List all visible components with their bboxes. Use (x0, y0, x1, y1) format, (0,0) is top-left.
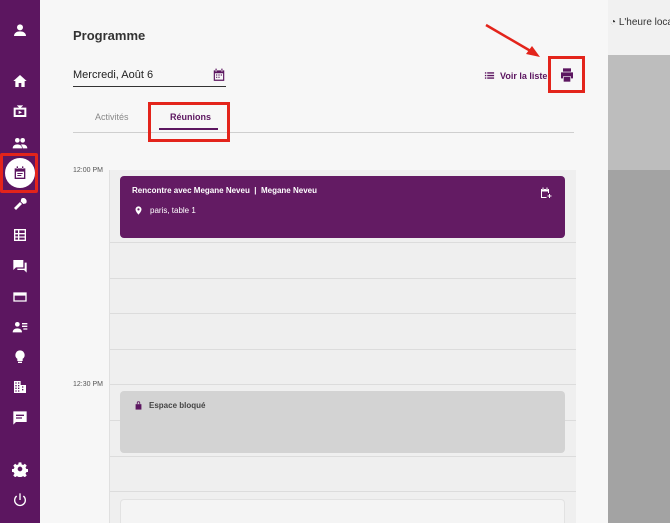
calendar-add-icon (541, 187, 552, 198)
power-icon (14, 493, 26, 507)
date-value: Mercredi, Août 6 (73, 69, 154, 81)
lock-icon (135, 401, 142, 410)
tab-activites[interactable]: Activités (95, 112, 129, 122)
contact-icon (12, 322, 28, 333)
sidebar-item-messages[interactable] (0, 403, 40, 433)
meeting-title: Rencontre avec Megane Neveu | Megane Nev… (132, 186, 317, 195)
add-to-calendar-button[interactable] (540, 186, 552, 198)
annotation-highlight-tab (148, 102, 230, 142)
calendar-icon[interactable] (212, 68, 226, 82)
local-time-label: ◔ L'heure locale (610, 17, 670, 28)
list-view-label: Voir la liste (500, 70, 548, 81)
slot-divider (110, 278, 576, 279)
list-view-button[interactable]: Voir la liste (484, 70, 547, 81)
user-icon (14, 24, 26, 36)
meeting-location: paris, table 1 (134, 206, 196, 215)
meeting-card[interactable]: Rencontre avec Megane Neveu | Megane Nev… (120, 176, 565, 238)
time-label: 12:30 PM (73, 381, 103, 388)
slot-divider (110, 491, 576, 492)
time-label: 12:00 PM (73, 167, 103, 174)
date-picker[interactable]: Mercredi, Août 6 (73, 66, 226, 87)
clock-icon: ◔ (610, 17, 617, 28)
sidebar-item-contacts[interactable] (0, 312, 40, 342)
slot-divider (110, 242, 576, 243)
sidebar-item-speakers[interactable] (0, 189, 40, 219)
sidebar-item-card[interactable] (0, 282, 40, 312)
print-button[interactable] (548, 56, 585, 93)
sidebar-item-live[interactable] (0, 97, 40, 127)
slot-divider (110, 313, 576, 314)
lightbulb-icon (15, 350, 25, 363)
sidebar-item-table[interactable] (0, 220, 40, 250)
location-pin-icon (135, 206, 142, 215)
sidebar-item-ideas[interactable] (0, 342, 40, 372)
slot-divider (110, 456, 576, 457)
blocked-slot-card[interactable]: Espace bloqué (120, 391, 565, 453)
microphone-icon (14, 198, 27, 210)
gear-icon (12, 462, 28, 477)
tv-icon (13, 105, 27, 117)
building-icon (14, 381, 26, 393)
chat-icon (13, 260, 27, 273)
card-icon (13, 292, 27, 302)
sidebar-item-exhibitors[interactable] (0, 372, 40, 402)
home-icon (13, 75, 27, 87)
sidebar-item-profile[interactable] (0, 15, 40, 45)
list-icon (484, 72, 495, 79)
table-icon (14, 229, 26, 241)
next-slot-card[interactable] (120, 499, 565, 523)
message-icon (13, 411, 27, 425)
sidebar-item-logout[interactable] (0, 485, 40, 515)
people-icon (12, 138, 28, 149)
sidebar-item-chat[interactable] (0, 251, 40, 281)
slot-divider (110, 349, 576, 350)
page-title: Programme (73, 28, 146, 43)
background-block (608, 55, 670, 170)
printer-icon (560, 67, 573, 82)
sidebar (0, 0, 40, 523)
annotation-arrow (485, 23, 540, 57)
sidebar-item-settings[interactable] (0, 454, 40, 484)
sidebar-item-home[interactable] (0, 66, 40, 96)
annotation-highlight-sidebar (0, 153, 38, 193)
slot-divider (110, 384, 576, 385)
blocked-slot-title: Espace bloqué (134, 400, 205, 410)
